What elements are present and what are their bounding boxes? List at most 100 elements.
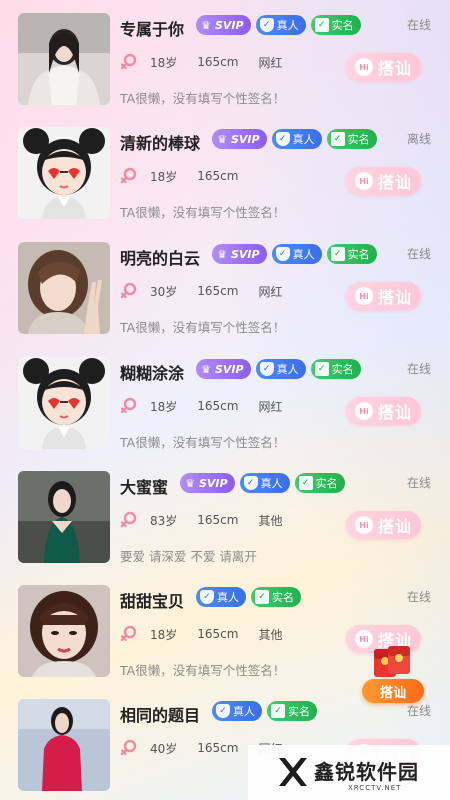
hi-icon: Hi — [354, 58, 373, 76]
user-card[interactable]: 明亮的白云 ♛ SVIP ✓ 真人 ✓ 实名 在线 30岁 165cm 网红 TA很懒，没有填写个性签… — [0, 229, 450, 343]
signature-text: TA很懒，没有填写个性签名！ — [120, 91, 286, 106]
signature-text: 要爱 请深爱 不爱 请离开 — [120, 549, 257, 564]
shield-check-icon: ✓ — [275, 247, 290, 261]
badge-group: ♛ SVIP ✓ 真人 ✓ 实名 — [180, 473, 345, 493]
svip-label: SVIP — [199, 476, 228, 490]
real-label: 真人 — [233, 705, 255, 718]
chat-button[interactable]: Hi搭讪 — [346, 53, 421, 81]
chat-button[interactable]: Hi搭讪 — [346, 167, 421, 195]
age-text: 30岁 — [150, 284, 178, 299]
badge-group: ✓ 真人 ✓ 实名 — [212, 701, 317, 721]
user-name[interactable]: 相同的题目 — [120, 702, 200, 726]
shield-check-icon: ✓ — [200, 590, 214, 604]
floating-chat-label: 搭讪 — [362, 679, 424, 703]
verified-badge: ✓ 实名 — [294, 473, 345, 493]
real-label: 真人 — [260, 477, 283, 490]
badge-group: ✓ 真人 ✓ 实名 — [196, 587, 301, 607]
svip-badge: ♛ SVIP — [180, 473, 235, 493]
verified-badge: ✓ 实名 — [251, 587, 301, 607]
user-card[interactable]: 大蜜蜜 ♛ SVIP ✓ 真人 ✓ 实名 在线 83岁 165cm 其他 要爱 请深爱 不爱 请离开 H… — [0, 458, 450, 572]
chat-button-label: 搭讪 — [377, 288, 412, 307]
verified-badge: ✓ 实名 — [310, 15, 361, 35]
shield-check-icon: ✓ — [243, 476, 258, 490]
online-status: 在线 — [406, 362, 431, 376]
user-name[interactable]: 专属于你 — [120, 16, 184, 40]
real-person-badge: ✓ 真人 — [239, 473, 290, 493]
signature-text: TA很懒，没有填写个性签名！ — [120, 663, 286, 678]
real-label: 真人 — [217, 591, 239, 604]
real-person-badge: ✓ 真人 — [196, 587, 246, 607]
real-person-badge: ✓ 真人 — [255, 359, 306, 379]
user-info-row: 30岁 165cm 网红 — [120, 282, 303, 300]
crown-icon: ♛ — [201, 362, 211, 376]
verified-label: 实名 — [272, 591, 294, 604]
avatar[interactable] — [18, 13, 110, 105]
chat-button[interactable]: Hi搭讪 — [346, 511, 421, 539]
watermark-url: XRCCTV.NET — [348, 784, 402, 792]
online-status: 在线 — [406, 590, 431, 604]
height-text: 165cm — [197, 513, 239, 527]
shield-check-icon: ✓ — [259, 18, 274, 32]
chat-button-label: 搭讪 — [377, 173, 412, 192]
avatar[interactable] — [18, 699, 110, 791]
hi-icon: Hi — [354, 172, 373, 190]
tag-text: 网红 — [258, 284, 283, 299]
shield-check-icon: ✓ — [216, 704, 230, 718]
user-name[interactable]: 清新的棒球 — [120, 130, 200, 154]
badge-group: ♛ SVIP ✓ 真人 ✓ 实名 — [196, 359, 361, 379]
height-text: 165cm — [197, 169, 239, 183]
female-icon — [120, 739, 138, 757]
female-icon — [120, 397, 138, 415]
verified-badge: ✓ 实名 — [326, 129, 377, 149]
chat-button[interactable]: Hi搭讪 — [346, 397, 421, 425]
real-person-badge: ✓ 真人 — [255, 15, 306, 35]
real-person-badge: ✓ 真人 — [271, 129, 322, 149]
user-info-row: 18岁 165cm 网红 — [120, 53, 303, 71]
age-text: 18岁 — [150, 627, 178, 642]
verified-label: 实名 — [315, 477, 338, 490]
real-label: 真人 — [276, 363, 299, 376]
female-icon — [120, 282, 138, 300]
avatar[interactable] — [18, 357, 110, 449]
user-name[interactable]: 甜甜宝贝 — [120, 588, 184, 612]
badge-group: ♛ SVIP ✓ 真人 ✓ 实名 — [196, 15, 361, 35]
female-icon — [120, 53, 138, 71]
svip-badge: ♛ SVIP — [196, 359, 251, 379]
user-name[interactable]: 明亮的白云 — [120, 245, 200, 269]
user-card[interactable]: 糊糊涂涂 ♛ SVIP ✓ 真人 ✓ 实名 在线 18岁 165cm 网红 TA很懒，没有填写个性签名… — [0, 344, 450, 458]
avatar[interactable] — [18, 585, 110, 677]
avatar[interactable] — [18, 242, 110, 334]
female-icon — [120, 511, 138, 529]
female-icon — [120, 167, 138, 185]
user-card[interactable]: 专属于你 ♛ SVIP ✓ 真人 ✓ 实名 在线 18岁 165cm 网红 TA很懒，没有填写个性签名… — [0, 0, 450, 114]
user-name[interactable]: 大蜜蜜 — [120, 474, 168, 498]
user-name[interactable]: 糊糊涂涂 — [120, 360, 184, 384]
verified-check-icon: ✓ — [255, 590, 269, 604]
verified-check-icon: ✓ — [330, 132, 345, 146]
height-text: 165cm — [197, 55, 239, 69]
real-person-badge: ✓ 真人 — [271, 244, 322, 264]
chat-button-label: 搭讪 — [377, 403, 412, 422]
floating-chat-button[interactable]: 搭讪 — [362, 643, 426, 705]
online-status: 在线 — [406, 476, 431, 490]
height-text: 165cm — [197, 741, 239, 755]
verified-label: 实名 — [331, 363, 354, 376]
age-text: 18岁 — [150, 55, 178, 70]
tag-text: 其他 — [258, 627, 283, 642]
real-label: 真人 — [292, 248, 315, 261]
verified-check-icon: ✓ — [330, 247, 345, 261]
user-info-row: 18岁 165cm — [120, 167, 258, 185]
verified-check-icon: ✓ — [271, 704, 285, 718]
hi-icon: Hi — [354, 287, 373, 305]
svip-badge: ♛ SVIP — [196, 15, 251, 35]
verified-label: 实名 — [331, 19, 354, 32]
chat-button-label: 搭讪 — [377, 59, 412, 78]
avatar[interactable] — [18, 127, 110, 219]
avatar[interactable] — [18, 471, 110, 563]
user-card[interactable]: 清新的棒球 ♛ SVIP ✓ 真人 ✓ 实名 离线 18岁 165cm TA很懒，没有填写个性签名！… — [0, 114, 450, 228]
watermark: 鑫锐软件园 XRCCTV.NET — [248, 745, 450, 800]
red-envelope-icon — [374, 646, 410, 677]
signature-text: TA很懒，没有填写个性签名！ — [120, 320, 286, 335]
real-label: 真人 — [292, 133, 315, 146]
chat-button[interactable]: Hi搭讪 — [346, 282, 421, 310]
